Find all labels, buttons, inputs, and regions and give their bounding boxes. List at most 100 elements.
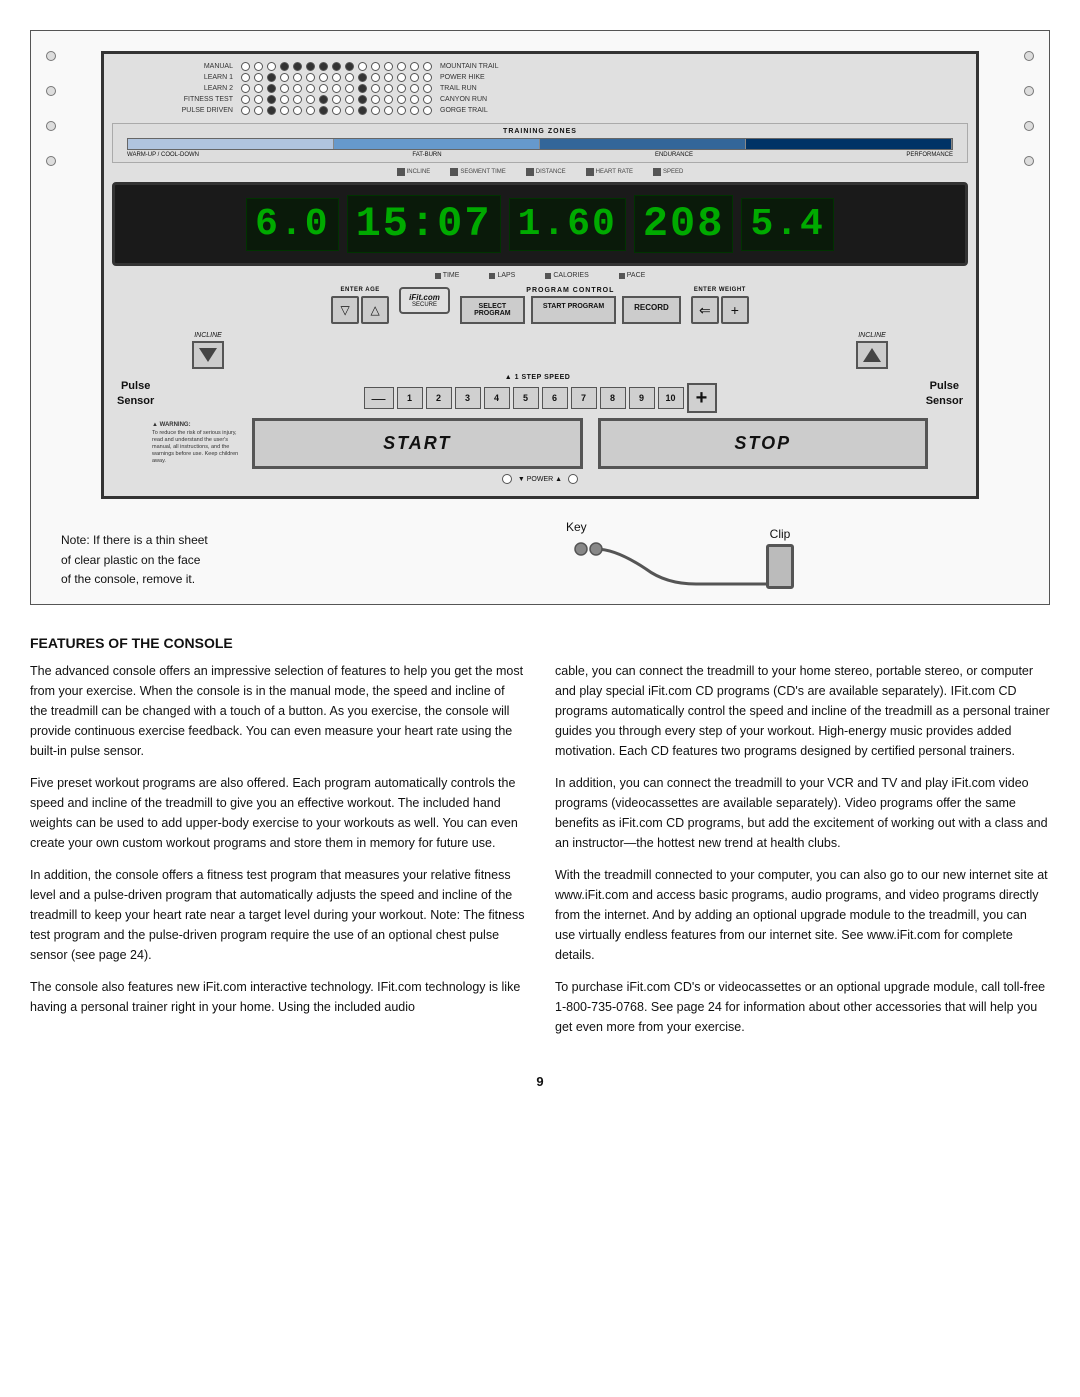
- metric-icon: [397, 168, 405, 176]
- features-para-8: To purchase iFit.com CD's or videocasset…: [555, 977, 1050, 1037]
- key-label: Key: [566, 520, 587, 534]
- incline-up-button[interactable]: [856, 341, 888, 369]
- start-program-button[interactable]: START PROGRAM: [531, 296, 616, 324]
- prog-dot: [423, 62, 432, 71]
- start-stop-buttons: START STOP: [252, 418, 928, 469]
- record-button[interactable]: RECORD: [622, 296, 681, 324]
- ifit-logo-button[interactable]: iFit.com SECURE: [399, 287, 450, 314]
- dot: [1024, 121, 1034, 131]
- prog-dot: [371, 62, 380, 71]
- dot: [46, 86, 56, 96]
- training-zones-title: TRAINING ZONES: [117, 128, 963, 135]
- prog-dot: [384, 95, 393, 104]
- display-heartrate: 208: [634, 195, 734, 253]
- prog-dot: [371, 95, 380, 104]
- features-para-6: In addition, you can connect the treadmi…: [555, 773, 1050, 853]
- features-para-4: The console also features new iFit.com i…: [30, 977, 525, 1017]
- speed-plus-button[interactable]: +: [687, 383, 717, 413]
- prog-dot: [397, 106, 406, 115]
- speed-10-button[interactable]: 10: [658, 387, 684, 409]
- speed-2-button[interactable]: 2: [426, 387, 452, 409]
- sub-label: PACE: [627, 272, 646, 279]
- zone-label: FAT-BURN: [412, 152, 441, 158]
- warning-text: To reduce the risk of serious injury, re…: [152, 430, 242, 466]
- display-time: 15:07: [347, 195, 501, 253]
- prog-dot-filled: [345, 62, 354, 71]
- power-label: ▼ POWER ▲: [518, 476, 562, 483]
- start-button[interactable]: START: [252, 418, 583, 469]
- metrics-icons-row: INCLINE SEGMENT TIME DISTANCE HEART RATE…: [112, 168, 968, 176]
- select-program-button[interactable]: SELECT PROGRAM: [460, 296, 525, 324]
- speed-6-button[interactable]: 6: [542, 387, 568, 409]
- features-section: FEATURES OF THE CONSOLE The advanced con…: [30, 625, 1050, 1059]
- prog-dot: [332, 84, 341, 93]
- metric-segment-time: SEGMENT TIME: [450, 168, 505, 176]
- prog-dot: [332, 106, 341, 115]
- prog-dot: [397, 84, 406, 93]
- weight-arrow-buttons: ⇐ +: [691, 296, 749, 324]
- features-left-column: The advanced console offers an impressiv…: [30, 661, 525, 1049]
- step-speed-label: ▲: [505, 374, 512, 381]
- prog-dot: [241, 95, 250, 104]
- program-row: FITNESS TEST CANYON RUN: [172, 95, 968, 104]
- prog-dot: [293, 84, 302, 93]
- page-container: Program Display MANUAL: [30, 30, 1050, 1089]
- prog-dot: [371, 73, 380, 82]
- speed-8-button[interactable]: 8: [600, 387, 626, 409]
- clip-shape: [766, 544, 794, 589]
- metric-label: DISTANCE: [536, 169, 566, 175]
- bottom-area: Note: If there is a thin sheet of clear …: [46, 509, 1034, 589]
- speed-9-button[interactable]: 9: [629, 387, 655, 409]
- key-wire-svg: [566, 539, 766, 589]
- age-up-button[interactable]: △: [361, 296, 389, 324]
- prog-dot-filled: [280, 62, 289, 71]
- sub-label-calories: CALORIES: [545, 272, 588, 279]
- prog-dot: [306, 106, 315, 115]
- prog-dot: [254, 106, 263, 115]
- prog-dot-filled: [293, 62, 302, 71]
- prog-dot: [280, 73, 289, 82]
- metric-label: SEGMENT TIME: [460, 169, 505, 175]
- speed-3-button[interactable]: 3: [455, 387, 481, 409]
- prog-dot-filled: [319, 106, 328, 115]
- pulse-sensor-left: Pulse Sensor: [117, 379, 154, 408]
- control-section: ENTER AGE ▽ △ iFit.com SECURE PROGRAM CO…: [112, 287, 968, 324]
- weight-forward-button[interactable]: +: [721, 296, 749, 324]
- prog-dot-filled: [306, 62, 315, 71]
- metric-distance: DISTANCE: [526, 168, 566, 176]
- stop-button[interactable]: STOP: [598, 418, 929, 469]
- prog-dot: [397, 95, 406, 104]
- metric-icon: [653, 168, 661, 176]
- zone-label: ENDURANCE: [655, 152, 693, 158]
- speed-7-button[interactable]: 7: [571, 387, 597, 409]
- metric-label: HEART RATE: [596, 169, 633, 175]
- training-zones-section: TRAINING ZONES WARM-UP / COOL-DOWN FAT-B…: [112, 123, 968, 163]
- metric-icon: [450, 168, 458, 176]
- incline-down-button[interactable]: [192, 341, 224, 369]
- metric-icon: [526, 168, 534, 176]
- dot: [1024, 156, 1034, 166]
- ifit-logo-text: iFit.com: [409, 293, 440, 302]
- speed-4-button[interactable]: 4: [484, 387, 510, 409]
- prog-dot-filled: [267, 95, 276, 104]
- prog-dot-filled: [267, 106, 276, 115]
- prog-dot: [384, 84, 393, 93]
- warning-block: ▲ WARNING: To reduce the risk of serious…: [152, 422, 242, 466]
- dot: [46, 156, 56, 166]
- speed-minus-button[interactable]: —: [364, 387, 394, 409]
- prog-dot: [241, 84, 250, 93]
- main-display: 6.0 15:07 1.60 208 5.4: [112, 182, 968, 266]
- prog-dot: [345, 84, 354, 93]
- prog-dot-filled: [358, 73, 367, 82]
- age-down-button[interactable]: ▽: [331, 296, 359, 324]
- speed-5-button[interactable]: 5: [513, 387, 539, 409]
- weight-back-button[interactable]: ⇐: [691, 296, 719, 324]
- program-rows: MANUAL MOUNTAIN TRAIL: [112, 62, 968, 115]
- pulse-sensor-right: Pulse Sensor: [926, 379, 963, 408]
- enter-age-block: ENTER AGE ▽ △: [331, 287, 389, 324]
- prog-dot: [280, 95, 289, 104]
- prog-dot: [241, 73, 250, 82]
- sub-label-pace: PACE: [619, 272, 646, 279]
- metric-icon: [586, 168, 594, 176]
- speed-1-button[interactable]: 1: [397, 387, 423, 409]
